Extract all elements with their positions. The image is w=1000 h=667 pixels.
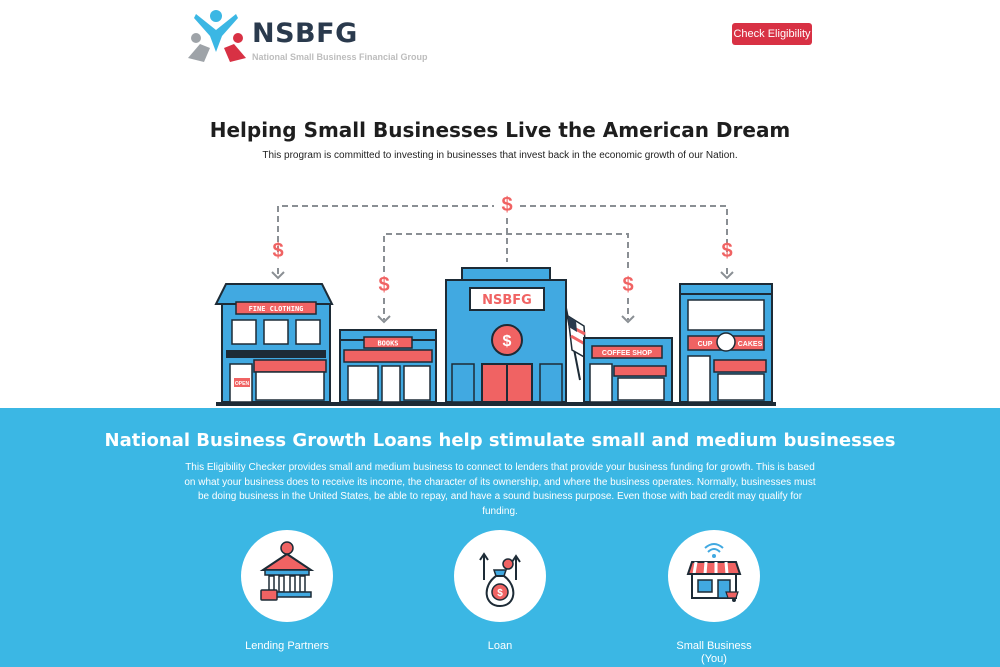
nsbfg-building-sign: NSBFG <box>482 293 532 308</box>
books-store: BOOKS <box>339 329 437 403</box>
feature-label: Lending Partners <box>245 640 329 652</box>
brand-tagline: National Small Business Financial Group <box>252 52 428 62</box>
feature-label: Loan <box>487 640 513 652</box>
feature-circle: $ <box>454 530 546 622</box>
cupcakes-sign-right: CAKES <box>738 341 763 348</box>
info-body: This Eligibility Checker provides small … <box>184 462 816 517</box>
fine-clothing-sign: FINE CLOTHING <box>249 305 304 313</box>
feature-label: Small Business (You) <box>676 640 752 665</box>
storefront-illustration: $ $ $ $ $ FINE CLOTHING OPEN BOOKS NSBFG… <box>214 194 776 406</box>
info-title: National Business Growth Loans help stim… <box>104 430 896 451</box>
books-sign: BOOKS <box>377 340 398 348</box>
dollar-sign-mid-right: $ <box>622 274 633 296</box>
people-logo-icon <box>188 10 246 62</box>
feature-small-business[interactable]: Small Business (You) <box>634 530 794 666</box>
feature-lending-partners[interactable]: Lending Partners <box>207 530 367 653</box>
open-sign: OPEN <box>235 381 250 387</box>
dollar-sign-left: $ <box>272 240 283 262</box>
cupcakes-sign-left: CUP <box>698 341 713 348</box>
brand-name: NSBFG <box>252 18 358 49</box>
dollar-sign-mid-left: $ <box>378 274 389 296</box>
check-eligibility-button[interactable]: Check Eligibility <box>732 23 812 45</box>
loan-bag-dollar: $ <box>497 588 503 599</box>
feature-circle <box>668 530 760 622</box>
site-header: NSBFG National Small Business Financial … <box>0 0 1000 80</box>
storefront-icon <box>686 543 742 602</box>
feature-loan[interactable]: $ Loan <box>420 530 580 653</box>
nsbfg-coin-dollar: $ <box>503 333 512 350</box>
coffee-shop-store: COFFEE SHOP <box>583 337 673 403</box>
coffee-shop-sign: COFFEE SHOP <box>602 350 653 357</box>
dollar-sign-top: $ <box>501 194 512 216</box>
hero-subtitle: This program is committed to investing i… <box>262 150 738 161</box>
cupcakes-store: CUP CAKES <box>679 283 773 403</box>
hero-title: Helping Small Businesses Live the Americ… <box>209 118 791 142</box>
fine-clothing-store: FINE CLOTHING OPEN <box>214 283 334 403</box>
nsbfg-central-building: NSBFG $ <box>445 267 567 403</box>
brand-logo[interactable]: NSBFG National Small Business Financial … <box>186 8 428 68</box>
dollar-sign-right: $ <box>721 240 732 262</box>
feature-circle <box>241 530 333 622</box>
info-section: National Business Growth Loans help stim… <box>0 408 1000 667</box>
bank-icon <box>259 541 315 601</box>
money-bag-icon: $ <box>479 552 521 608</box>
